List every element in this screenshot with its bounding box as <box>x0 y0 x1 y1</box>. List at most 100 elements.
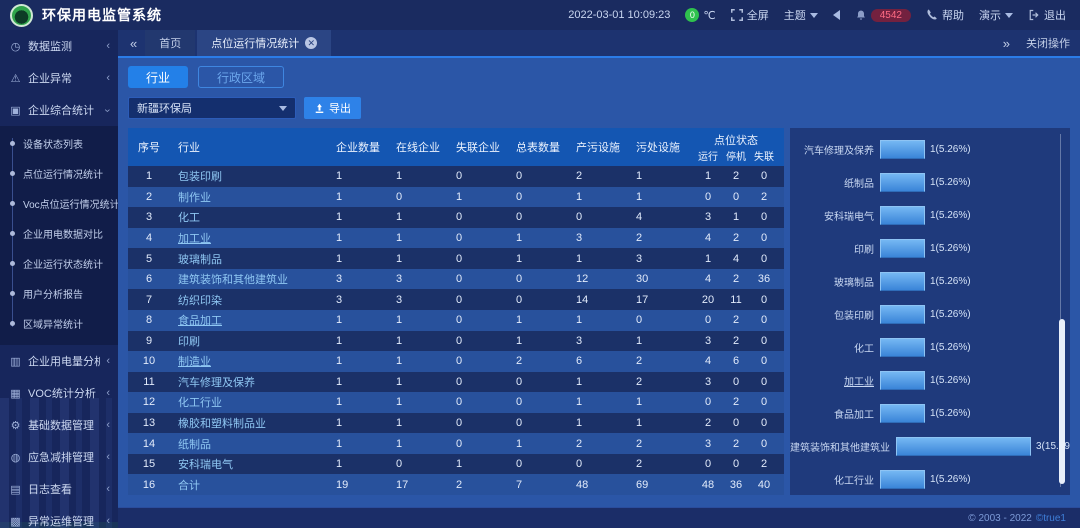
chart-bar[interactable] <box>880 404 925 423</box>
sidebar-subitem-device-status-list[interactable]: 设备状态列表 <box>0 128 118 158</box>
app-body: ◷数据监测‹⚠企业异常‹▣企业综合统计‹设备状态列表点位运行情况统计Voc点位运… <box>0 30 1080 528</box>
tab-home[interactable]: 首页 <box>145 30 195 56</box>
sidebar-subitem-region-abnormal-stats[interactable]: 区域异常统计 <box>0 308 118 338</box>
sidebar-item-enterprise-abnormal[interactable]: ⚠企业异常‹ <box>0 62 118 94</box>
value-cell: 1 <box>514 438 574 450</box>
industry-link[interactable]: 玻璃制品 <box>170 251 334 267</box>
bell-icon <box>855 9 867 22</box>
tab-industry[interactable]: 行业 <box>128 66 188 88</box>
sidebar-item-log-view[interactable]: ▤日志查看‹ <box>0 473 118 505</box>
fullscreen-button[interactable]: 全屏 <box>731 7 769 23</box>
sidebar-item-emergency-reduction[interactable]: ◍应急减排管理‹ <box>0 441 118 473</box>
chart-bar[interactable] <box>880 173 925 192</box>
industry-link[interactable]: 橡胶和塑料制品业 <box>170 415 334 431</box>
chart-bar[interactable] <box>880 338 925 357</box>
tab-point-run-stats[interactable]: 点位运行情况统计✕ <box>197 30 331 56</box>
industry-link[interactable]: 合计 <box>170 477 334 493</box>
sidebar-item-power-usage-analysis[interactable]: ▥企业用电量分析‹ <box>0 345 118 377</box>
industry-link[interactable]: 汽车修理及保养 <box>170 374 334 390</box>
industry-link[interactable]: 制作业 <box>170 189 334 205</box>
industry-link[interactable]: 建筑装饰和其他建筑业 <box>170 271 334 287</box>
chart-bar[interactable] <box>880 272 925 291</box>
collapse-header-button[interactable] <box>833 10 840 20</box>
chart-value-label: 1(5.26%) <box>930 309 971 320</box>
industry-link[interactable]: 加工业 <box>170 230 334 246</box>
sidebar-subitem-enterprise-run-status[interactable]: 企业运行状态统计 <box>0 248 118 278</box>
value-cell: 0 <box>394 191 454 203</box>
value-cell: 0 <box>514 396 574 408</box>
value-cell: 2 <box>750 458 778 470</box>
sidebar-item-basic-data-management[interactable]: ⚙基础数据管理‹ <box>0 409 118 441</box>
industry-link[interactable]: 安科瑞电气 <box>170 456 334 472</box>
chart-bar[interactable] <box>896 437 1031 456</box>
value-cell: 0 <box>750 314 778 326</box>
tab-bar-actions: » 关闭操作 <box>999 35 1070 51</box>
chart-bar[interactable] <box>880 470 925 489</box>
scroll-tabs-left-icon[interactable]: « <box>126 36 141 51</box>
close-operations-menu[interactable]: 关闭操作 <box>1026 35 1070 51</box>
sidebar-item-enterprise-comprehensive-stats[interactable]: ▣企业综合统计‹ <box>0 94 118 126</box>
chart-bar-row: 化工1(5.26%) <box>790 331 1070 364</box>
value-cell: 1 <box>574 417 634 429</box>
row-index: 1 <box>128 170 170 182</box>
chart-scrollbar-thumb[interactable] <box>1059 319 1065 484</box>
industry-link[interactable]: 包装印刷 <box>170 168 334 184</box>
chart-bar[interactable] <box>880 305 925 324</box>
table-row: 10制造业110262460 <box>128 351 784 372</box>
industry-link[interactable]: 印刷 <box>170 333 334 349</box>
close-tab-icon[interactable]: ✕ <box>305 37 317 49</box>
chart-bar[interactable] <box>880 371 925 390</box>
value-cell: 1 <box>334 211 394 223</box>
value-cell: 2 <box>634 232 694 244</box>
sidebar-subitem-user-analysis-report[interactable]: 用户分析报告 <box>0 278 118 308</box>
industry-link[interactable]: 制造业 <box>170 353 334 369</box>
chart-bar-row: 包装印刷1(5.26%) <box>790 298 1070 331</box>
export-button[interactable]: 导出 <box>304 97 361 119</box>
sidebar-subitem-voc-point-run-stats[interactable]: Voc点位运行情况统计 <box>0 188 118 218</box>
chart-bar[interactable] <box>880 206 925 225</box>
industry-link[interactable]: 纺织印染 <box>170 292 334 308</box>
tab-region[interactable]: 行政区域 <box>198 66 284 88</box>
scroll-tabs-right-icon[interactable]: » <box>999 36 1014 51</box>
table-row: 12化工行业110011020 <box>128 392 784 413</box>
sidebar-subitem-power-data-compare[interactable]: 企业用电数据对比 <box>0 218 118 248</box>
industry-link[interactable]: 纸制品 <box>170 436 334 452</box>
logout-button[interactable]: 退出 <box>1028 7 1066 23</box>
row-index: 14 <box>128 438 170 450</box>
table-body: 1包装印刷1100211202制作业1010110023化工1100043104… <box>128 166 784 495</box>
value-cell: 1 <box>334 396 394 408</box>
value-cell: 19 <box>334 479 394 491</box>
chart-bar[interactable] <box>880 140 925 159</box>
table-row: 13橡胶和塑料制品业110011200 <box>128 413 784 434</box>
bureau-select[interactable]: 新疆环保局 <box>128 97 296 119</box>
chart-value-label: 1(5.26%) <box>930 243 971 254</box>
value-cell: 1 <box>334 314 394 326</box>
value-cell: 2 <box>634 438 694 450</box>
chart-category-text: 印刷 <box>854 241 874 256</box>
bar-chart-icon: ▥ <box>9 355 22 368</box>
value-cell: 3 <box>394 273 454 285</box>
row-index: 12 <box>128 396 170 408</box>
row-index: 7 <box>128 294 170 306</box>
sidebar-item-data-monitoring[interactable]: ◷数据监测‹ <box>0 30 118 62</box>
sidebar-item-label: 企业异常 <box>28 70 72 86</box>
industry-link[interactable]: 化工 <box>170 209 334 225</box>
sidebar-subitem-point-run-stats[interactable]: 点位运行情况统计 <box>0 158 118 188</box>
notifications-button[interactable]: 4542 <box>855 9 911 22</box>
sidebar-item-voc-stats-analysis[interactable]: ▦VOC统计分析‹ <box>0 377 118 409</box>
industry-link[interactable]: 食品加工 <box>170 312 334 328</box>
value-cell: 0 <box>454 294 514 306</box>
value-cell: 0 <box>454 376 514 388</box>
phone-icon <box>926 9 938 21</box>
industry-link[interactable]: 化工行业 <box>170 394 334 410</box>
column-header: 产污设施 <box>574 128 634 166</box>
value-cell: 2 <box>722 438 750 450</box>
sidebar-item-abnormal-ops-management[interactable]: ▩异常运维管理‹ <box>0 505 118 528</box>
chart-bar[interactable] <box>880 239 925 258</box>
brand-link[interactable]: ©true1 <box>1036 513 1066 524</box>
chevron-left-icon: ‹ <box>106 73 110 84</box>
demo-menu[interactable]: 演示 <box>979 7 1013 23</box>
theme-menu[interactable]: 主题 <box>784 7 818 23</box>
value-cell: 0 <box>750 170 778 182</box>
help-button[interactable]: 帮助 <box>926 7 964 23</box>
